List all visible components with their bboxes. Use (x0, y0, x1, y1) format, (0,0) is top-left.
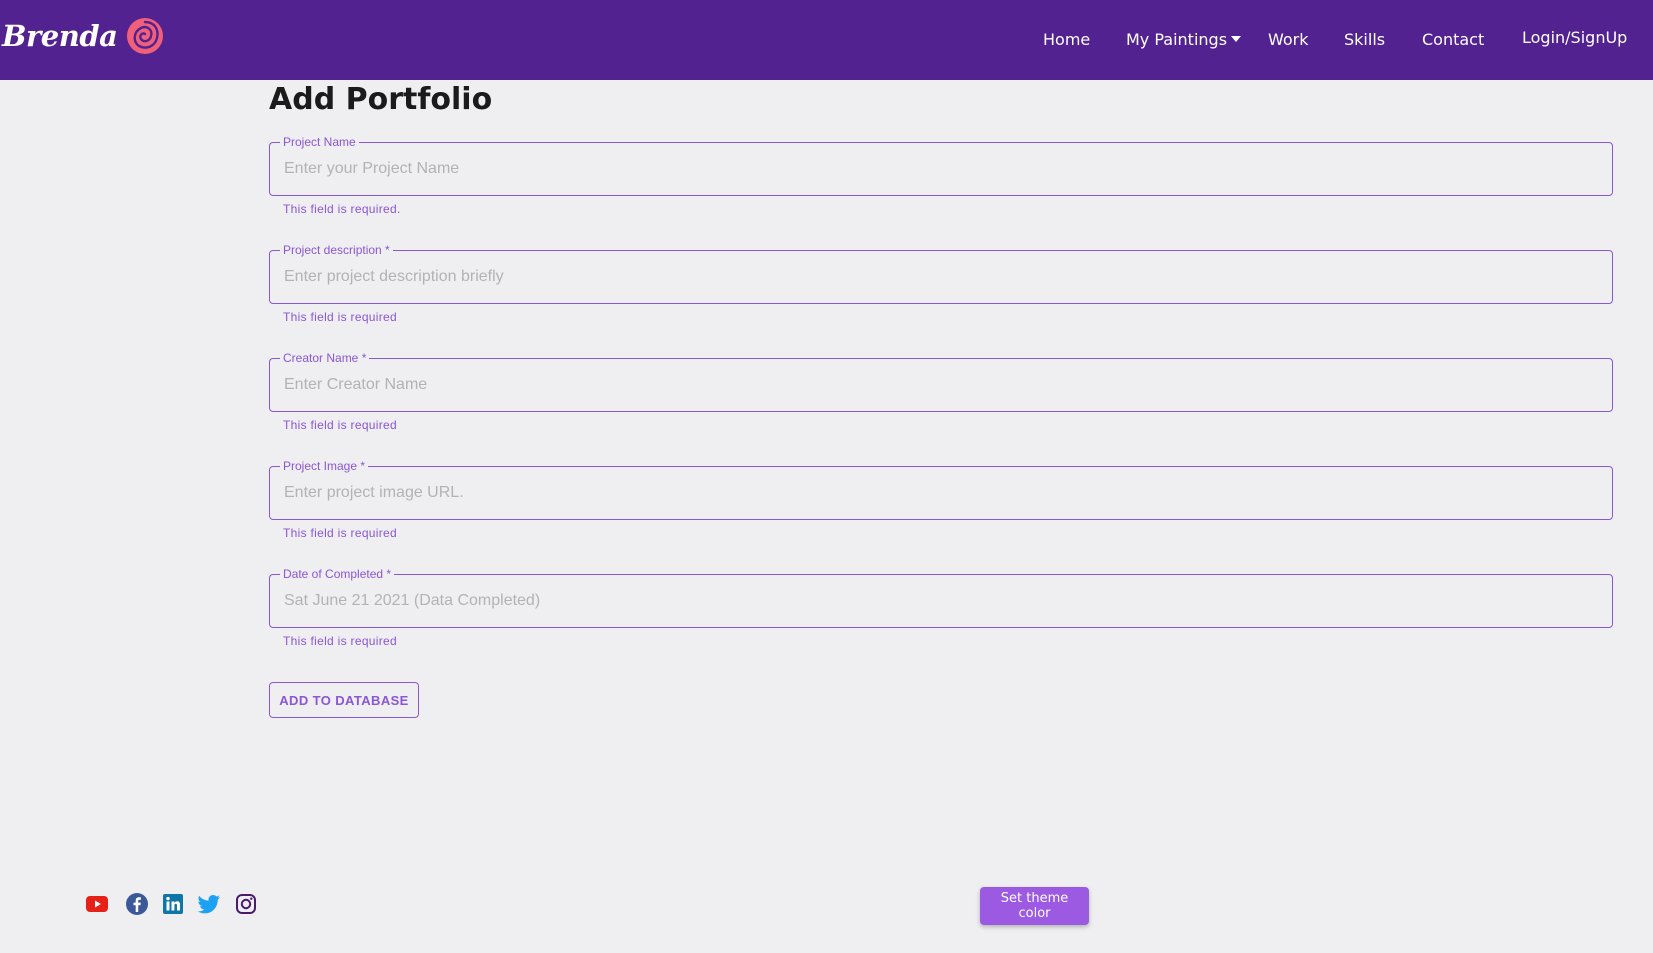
nav-my-paintings-label: My Paintings (1126, 30, 1228, 49)
nav-home[interactable]: Home (1043, 30, 1090, 49)
facebook-icon[interactable] (125, 892, 149, 916)
linkedin-icon[interactable] (161, 892, 185, 916)
creator-name-field: Creator Name * This field is required (269, 350, 1613, 432)
date-completed-input[interactable] (270, 575, 1612, 627)
add-to-database-button[interactable]: ADD TO DATABASE (269, 682, 419, 718)
project-image-helper: This field is required (283, 526, 397, 540)
page-title: Add Portfolio (269, 82, 493, 117)
project-image-input[interactable] (270, 467, 1612, 519)
date-completed-box[interactable]: Date of Completed * (269, 566, 1613, 628)
navbar: Brenda Home My Paintings Work Skills Con… (0, 0, 1653, 80)
nav-contact[interactable]: Contact (1422, 30, 1484, 49)
twitter-icon[interactable] (197, 892, 221, 916)
creator-name-input[interactable] (270, 359, 1612, 411)
date-completed-field: Date of Completed * This field is requir… (269, 566, 1613, 648)
nav-links: Home My Paintings Work Skills Contact Lo… (0, 0, 1653, 80)
caret-down-icon (1231, 35, 1242, 42)
creator-name-box[interactable]: Creator Name * (269, 350, 1613, 412)
instagram-icon[interactable] (234, 892, 258, 916)
nav-my-paintings[interactable]: My Paintings (1126, 30, 1242, 49)
project-description-input[interactable] (270, 251, 1612, 303)
project-description-helper: This field is required (283, 310, 397, 324)
creator-name-helper: This field is required (283, 418, 397, 432)
project-name-helper: This field is required. (283, 202, 401, 216)
project-name-input[interactable] (270, 143, 1612, 195)
project-name-field: Project Name This field is required. (269, 134, 1613, 216)
date-completed-helper: This field is required (283, 634, 397, 648)
youtube-icon[interactable] (85, 892, 109, 916)
nav-login-signup[interactable]: Login/SignUp (1522, 28, 1627, 47)
project-name-box[interactable]: Project Name (269, 134, 1613, 196)
set-theme-color-button[interactable]: Set theme color (980, 887, 1089, 925)
nav-work[interactable]: Work (1268, 30, 1309, 49)
project-image-box[interactable]: Project Image * (269, 458, 1613, 520)
project-description-field: Project description * This field is requ… (269, 242, 1613, 324)
project-description-box[interactable]: Project description * (269, 242, 1613, 304)
nav-skills[interactable]: Skills (1344, 30, 1385, 49)
project-image-field: Project Image * This field is required (269, 458, 1613, 540)
